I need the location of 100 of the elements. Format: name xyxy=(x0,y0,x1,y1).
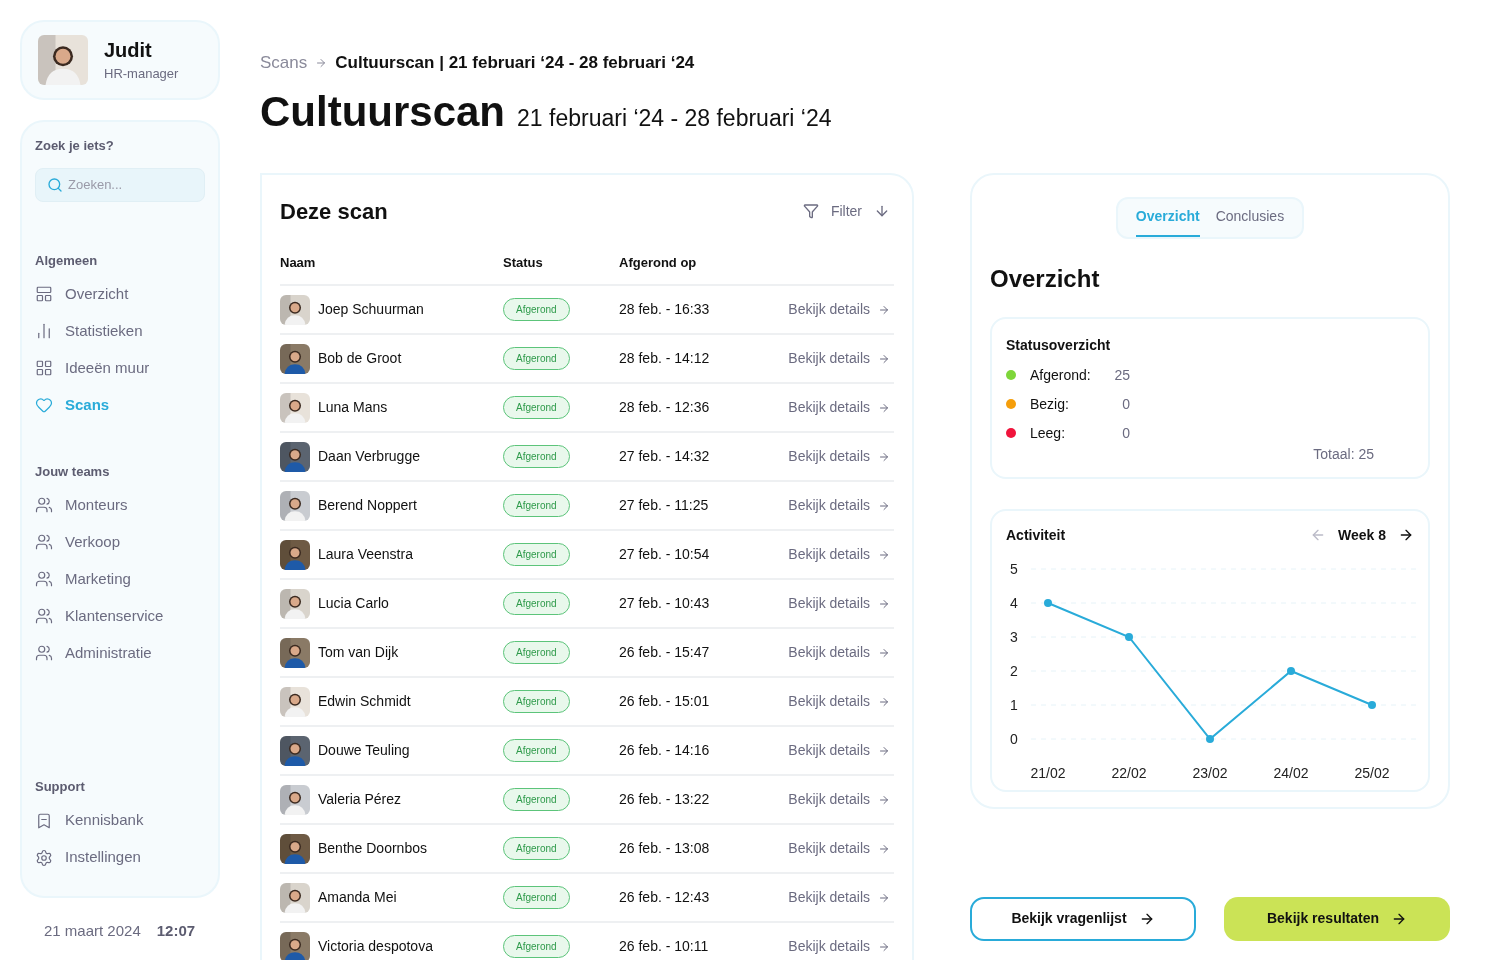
grid-icon xyxy=(35,359,53,377)
person-name: Lucia Carlo xyxy=(318,594,389,613)
page-subtitle: 21 februari ‘24 - 28 februari ‘24 xyxy=(517,103,832,133)
arrow-icon xyxy=(878,303,890,316)
person-name: Luna Mans xyxy=(318,398,388,417)
arrow-icon xyxy=(878,450,890,463)
details-link[interactable]: Bekijk details xyxy=(788,887,890,908)
search-icon xyxy=(47,176,63,193)
nav-item[interactable]: Overzicht xyxy=(35,275,205,313)
nav-item[interactable]: Verkoop xyxy=(35,523,205,561)
nav-item[interactable]: Kennisbank xyxy=(35,802,205,839)
status-badge: Afgerond xyxy=(503,543,570,566)
details-link[interactable]: Bekijk details xyxy=(788,838,890,859)
people-icon xyxy=(35,533,53,551)
status-badge: Afgerond xyxy=(503,837,570,860)
profile-card[interactable]: Judit HR-manager xyxy=(20,20,220,100)
settings-icon xyxy=(35,848,53,867)
heart-icon xyxy=(35,396,53,414)
nav-item[interactable]: Instellingen xyxy=(35,839,205,876)
arrow-icon xyxy=(878,891,890,904)
details-link[interactable]: Bekijk details xyxy=(788,936,890,957)
search-field[interactable]: Zoeken... xyxy=(35,167,205,202)
details-link[interactable]: Bekijk details xyxy=(788,544,890,565)
data-point xyxy=(1368,700,1376,709)
details-link[interactable]: Bekijk details xyxy=(788,397,890,418)
arrow-icon xyxy=(878,352,890,365)
nav-item[interactable]: Ideeën muur xyxy=(35,349,205,387)
next-week-icon[interactable] xyxy=(1398,527,1414,543)
layout-icon xyxy=(35,285,53,303)
status-label: Afgerond: xyxy=(1030,365,1092,385)
arrow-icon xyxy=(878,940,890,953)
arrow-icon xyxy=(878,597,890,610)
status-badge: Afgerond xyxy=(503,494,570,517)
arrow-icon xyxy=(878,499,890,512)
status-count: 0 xyxy=(1121,394,1130,414)
arrow-icon xyxy=(878,842,890,855)
completion-date: 27 feb. - 14:32 xyxy=(619,447,711,466)
column-header: Status xyxy=(503,253,544,272)
nav-section-title: Algemeen xyxy=(35,252,98,268)
details-link[interactable]: Bekijk details xyxy=(788,348,890,369)
status-badge: Afgerond xyxy=(503,298,570,321)
action-button[interactable]: Bekijk vragenlijst xyxy=(970,896,1196,941)
nav-item[interactable]: Marketing xyxy=(35,560,205,598)
breadcrumb-arrow-icon xyxy=(315,56,328,69)
nav-section-title: Support xyxy=(35,779,85,794)
arrow-icon xyxy=(878,793,890,806)
status-badge: Afgerond xyxy=(503,445,570,468)
person-name: Edwin Schmidt xyxy=(318,692,411,711)
completion-date: 28 feb. - 16:33 xyxy=(619,300,711,319)
person-name: Douwe Teuling xyxy=(318,741,410,760)
nav-item[interactable]: Klantenservice xyxy=(35,597,205,635)
status-count: 25 xyxy=(1113,365,1130,385)
week-label: Week 8 xyxy=(1338,525,1386,545)
nav-item[interactable]: Administratie xyxy=(35,634,205,672)
people-icon xyxy=(35,570,53,588)
completion-date: 26 feb. - 10:11 xyxy=(619,937,710,956)
status-badge: Afgerond xyxy=(503,886,570,909)
nav-item[interactable]: Statistieken xyxy=(35,312,205,350)
breadcrumb-current: Cultuurscan | 21 februari ‘24 - 28 februari ‘24 xyxy=(335,52,695,74)
details-link[interactable]: Bekijk details xyxy=(788,593,890,614)
y-tick-label: 0 xyxy=(1010,730,1018,747)
completion-date: 27 feb. - 10:43 xyxy=(619,594,711,613)
completion-date: 26 feb. - 13:08 xyxy=(619,839,711,858)
status-badge: Afgerond xyxy=(503,935,570,958)
tab[interactable]: Conclusies xyxy=(1215,198,1285,237)
sort-icon xyxy=(874,203,890,219)
person-name: Tom van Dijk xyxy=(318,643,399,662)
status-title: Statusoverzicht xyxy=(1006,336,1111,353)
status-label: Bezig: xyxy=(1030,394,1070,414)
status-badge: Afgerond xyxy=(503,690,570,713)
details-link[interactable]: Bekijk details xyxy=(788,740,890,761)
details-link[interactable]: Bekijk details xyxy=(788,691,890,712)
filter-icon xyxy=(802,203,819,219)
person-name: Valeria Pérez xyxy=(318,790,401,809)
overview-title: Overzicht xyxy=(990,263,1101,294)
bar-chart-icon xyxy=(35,322,53,340)
details-link[interactable]: Bekijk details xyxy=(788,789,890,810)
status-badge: Afgerond xyxy=(503,739,570,762)
x-tick-label: 23/02 xyxy=(1192,764,1228,781)
breadcrumb-link[interactable]: Scans xyxy=(260,50,308,76)
y-tick-label: 5 xyxy=(1010,560,1018,577)
completion-date: 26 feb. - 14:16 xyxy=(619,741,711,760)
status-badge: Afgerond xyxy=(503,788,570,811)
completion-date: 26 feb. - 12:43 xyxy=(619,888,711,907)
person-name: Victoria despotova xyxy=(318,937,433,956)
person-name: Amanda Mei xyxy=(318,888,397,907)
action-button[interactable]: Bekijk resultaten xyxy=(1224,896,1450,941)
completion-date: 26 feb. - 15:01 xyxy=(619,692,711,711)
filter-button[interactable]: Filter xyxy=(802,200,890,222)
details-link[interactable]: Bekijk details xyxy=(788,446,890,467)
details-link[interactable]: Bekijk details xyxy=(788,642,890,663)
status-badge: Afgerond xyxy=(503,641,570,664)
details-link[interactable]: Bekijk details xyxy=(788,495,890,516)
nav-section-title: Jouw teams xyxy=(35,463,110,479)
column-header: Naam xyxy=(280,253,317,272)
completion-date: 27 feb. - 11:25 xyxy=(619,496,710,515)
arrow-icon xyxy=(878,548,890,561)
nav-item[interactable]: Monteurs xyxy=(35,486,205,524)
x-tick-label: 24/02 xyxy=(1273,764,1309,781)
details-link[interactable]: Bekijk details xyxy=(788,299,890,320)
